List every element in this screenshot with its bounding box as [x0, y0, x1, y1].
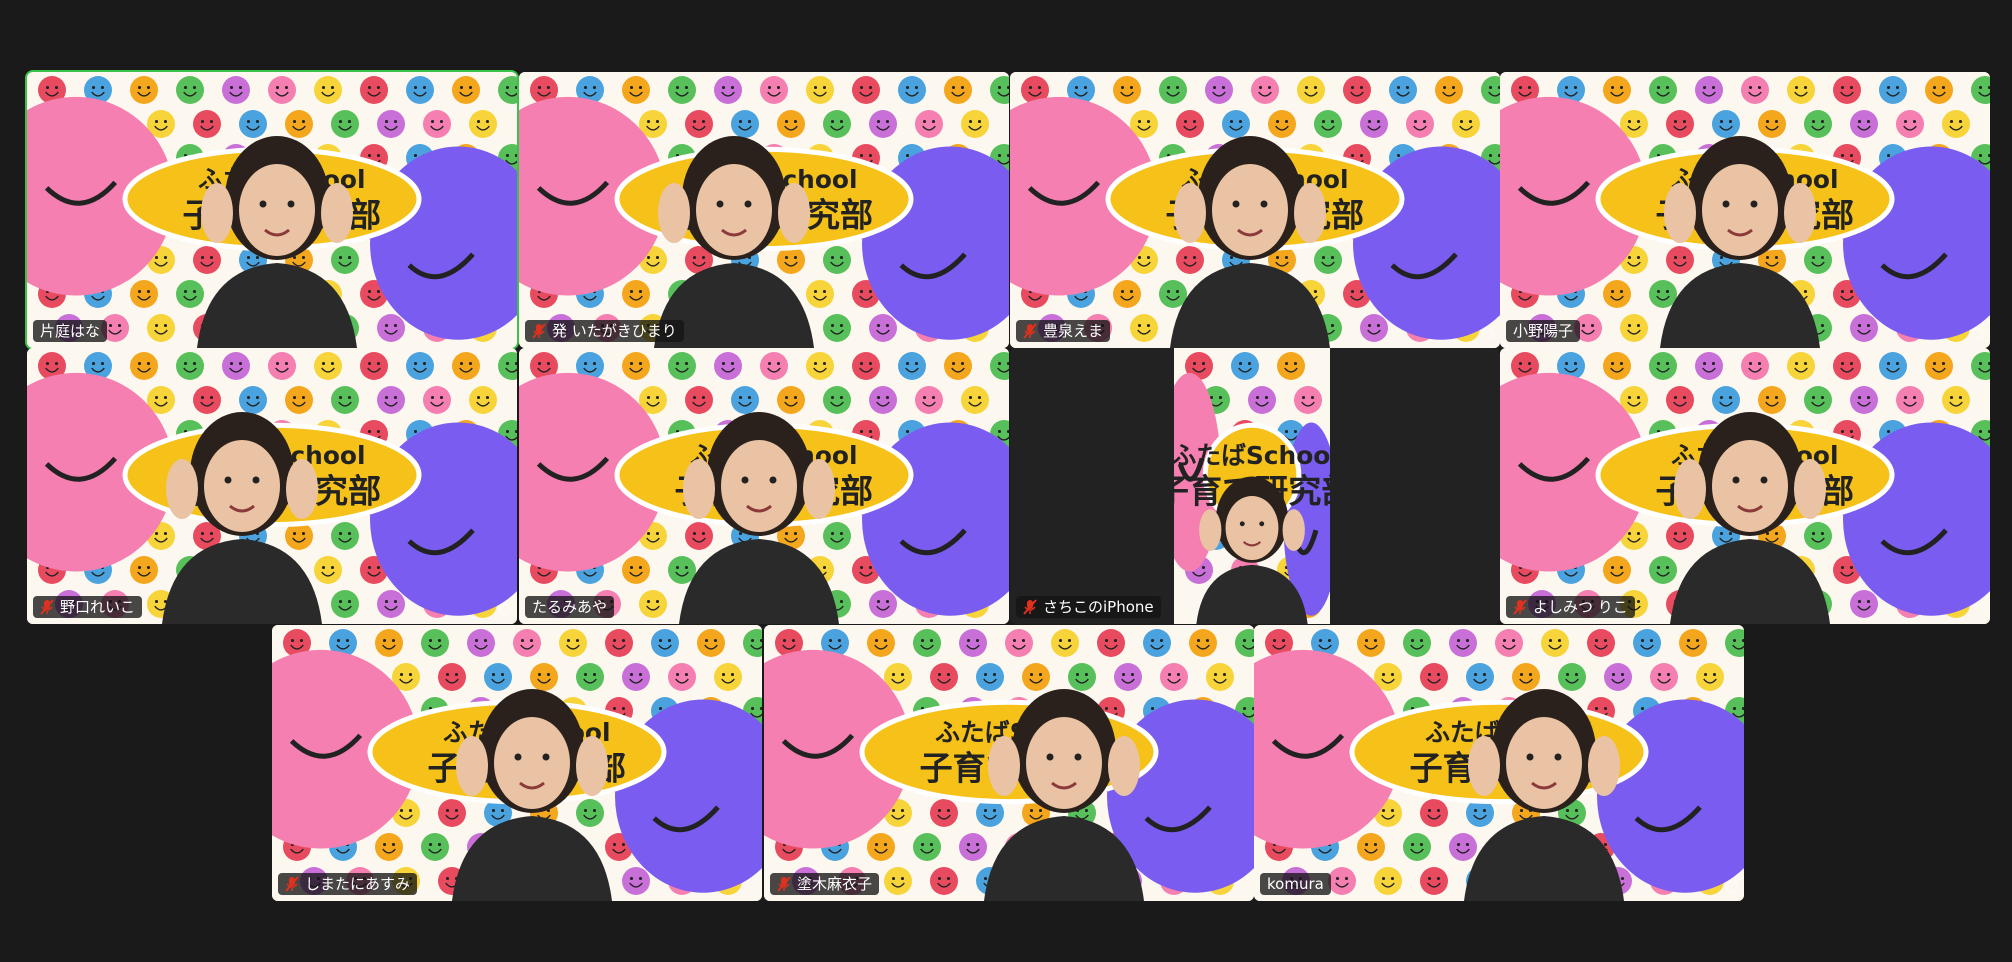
- video-off-icon: [1972, 328, 1984, 340]
- video-tile[interactable]: ふたばSchool子育て研究部 発 いたがきひまり: [519, 72, 1009, 348]
- participant-video: [177, 118, 377, 348]
- video-off-icon: [1726, 881, 1738, 893]
- participant-video: [142, 394, 342, 624]
- participant-video: [1150, 118, 1350, 348]
- muted-mic-icon: [40, 599, 54, 615]
- video-off-icon: [1482, 328, 1494, 340]
- participant-nametag: しまたにあすみ: [278, 873, 418, 895]
- participant-name: komura: [1267, 875, 1324, 893]
- muted-mic-icon: [1513, 599, 1527, 615]
- muted-mic-icon: [285, 876, 299, 892]
- muted-mic-icon: [532, 323, 546, 339]
- participant-name: 発 いたがきひまり: [552, 322, 677, 340]
- participant-nametag: 豊泉えま: [1016, 320, 1111, 342]
- participant-name: 片庭はな: [40, 322, 101, 340]
- participant-name: 塗木麻衣子: [797, 875, 873, 893]
- video-gallery: ふたばSchool子育て研究部 片庭はな: [0, 0, 2012, 962]
- participant-nametag: たるみあや: [525, 596, 615, 618]
- muted-mic-icon: [1023, 323, 1037, 339]
- participant-name: しまたにあすみ: [305, 875, 411, 893]
- video-tile[interactable]: ふたばSchool子育て研究部 たるみあや: [519, 348, 1009, 624]
- video-tile[interactable]: ふたばSchool子育て研究部 しまたにあすみ: [272, 625, 762, 901]
- participant-video: [1640, 118, 1840, 348]
- participant-nametag: komura: [1260, 873, 1331, 895]
- participant-video: [1182, 464, 1322, 624]
- participant-name: 豊泉えま: [1043, 322, 1104, 340]
- video-tile[interactable]: ふたばSchool子育て研究部 塗木麻衣子: [764, 625, 1254, 901]
- video-tile[interactable]: ふたばSchool子育て研究部 komura: [1254, 625, 1744, 901]
- muted-mic-icon: [777, 876, 791, 892]
- video-tile[interactable]: ふたばSchool子育て研究部 よしみつ りこ: [1500, 348, 1990, 624]
- participant-name: たるみあや: [532, 598, 608, 616]
- participant-name: 野口れいこ: [60, 598, 136, 616]
- video-tile[interactable]: ふたばSchool子育て研究部 豊泉えま: [1010, 72, 1500, 348]
- video-tile[interactable]: ふたばSchool子育て研究部 片庭はな: [25, 70, 519, 350]
- participant-name: 小野陽子: [1513, 322, 1574, 340]
- muted-mic-icon: [1023, 599, 1037, 615]
- participant-nametag: 片庭はな: [33, 320, 108, 342]
- participant-nametag: よしみつ りこ: [1506, 596, 1635, 618]
- participant-video: [1650, 394, 1850, 624]
- participant-nametag: 野口れいこ: [33, 596, 143, 618]
- participant-video: [432, 671, 632, 901]
- participant-video: [634, 118, 834, 348]
- participant-video: [659, 394, 859, 624]
- video-off-icon: [499, 604, 511, 616]
- participant-nametag: さちこのiPhone: [1016, 596, 1161, 618]
- video-tile[interactable]: ふたばSchool子育て研究部 小野陽子: [1500, 72, 1990, 348]
- phone-video-feed: ふたばSchool子育て研究部: [1174, 348, 1330, 624]
- participant-name: さちこのiPhone: [1043, 598, 1154, 616]
- video-tile[interactable]: ふたばSchool子育て研究部 野口れいこ: [27, 348, 517, 624]
- participant-video: [1444, 671, 1644, 901]
- participant-video: [964, 671, 1164, 901]
- participant-name: よしみつ りこ: [1533, 598, 1628, 616]
- participant-nametag: 塗木麻衣子: [770, 873, 880, 895]
- video-tile[interactable]: ふたばSchool子育て研究部 さちこのiPhone: [1010, 348, 1500, 624]
- participant-nametag: 小野陽子: [1506, 320, 1581, 342]
- participant-nametag: 発 いたがきひまり: [525, 320, 684, 342]
